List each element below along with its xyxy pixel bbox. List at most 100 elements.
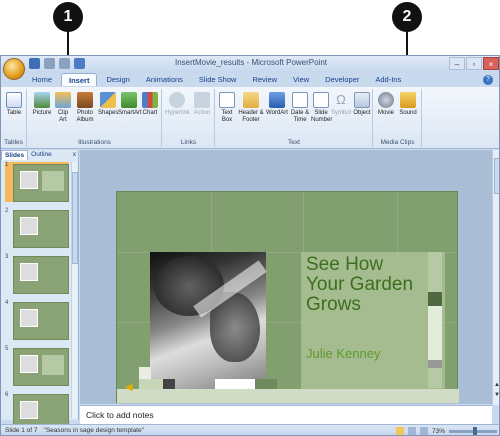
- slide-thumbnail-preview: [13, 164, 69, 202]
- chart-label: Chart: [142, 110, 158, 116]
- thumbnail-picture: [20, 263, 38, 281]
- slide-subtitle[interactable]: Julie Kenney: [306, 346, 380, 361]
- stripe-segment: [428, 292, 442, 306]
- slide-thumbnail-5[interactable]: 5: [5, 346, 69, 386]
- chart-button[interactable]: Chart: [141, 92, 159, 117]
- shapes-icon: [100, 92, 116, 108]
- picture-button[interactable]: Picture: [32, 92, 52, 117]
- slide-thumbnail-3[interactable]: 3: [5, 254, 69, 294]
- tab-animations[interactable]: Animations: [139, 73, 190, 86]
- slide-scrollbar[interactable]: ▲ ▼: [492, 150, 499, 405]
- office-button[interactable]: [3, 58, 25, 80]
- slide-thumbnail-1[interactable]: 1: [5, 162, 69, 202]
- tab-view[interactable]: View: [286, 73, 316, 86]
- hyperlink-icon: [169, 92, 185, 108]
- movie-button[interactable]: Movie: [376, 92, 396, 117]
- callout-1-label: 1: [63, 8, 73, 25]
- picture-icon: [34, 92, 50, 108]
- tab-design[interactable]: Design: [99, 73, 136, 86]
- slide-thumbnail-2[interactable]: 2: [5, 208, 69, 248]
- ribbon-tabs: Home Insert Design Animations Slide Show…: [25, 73, 408, 87]
- symbol-label: Symbol: [331, 110, 352, 116]
- slide-number-button[interactable]: Slide Number: [311, 92, 332, 124]
- zoom-slider[interactable]: [449, 426, 497, 435]
- tab-insert[interactable]: Insert: [61, 73, 98, 86]
- minimize-button[interactable]: –: [449, 57, 465, 70]
- tab-slides[interactable]: Slides: [1, 150, 29, 160]
- header-footer-icon: [243, 92, 259, 108]
- smartart-button[interactable]: SmartArt: [118, 92, 142, 117]
- photo-album-icon: [77, 92, 93, 108]
- window-controls: – ▫ ×: [449, 57, 499, 70]
- notes-pane[interactable]: Click to add notes: [80, 405, 492, 425]
- notes-placeholder[interactable]: Click to add notes: [86, 410, 154, 420]
- slide-thumbnail-preview: [13, 348, 69, 386]
- tab-home[interactable]: Home: [25, 73, 59, 86]
- slide-show-icon[interactable]: [419, 427, 428, 435]
- movie-label: Movie: [377, 110, 394, 116]
- thumbnail-text: [42, 355, 64, 375]
- maximize-button[interactable]: ▫: [466, 57, 482, 70]
- stripe-segment: [428, 360, 442, 368]
- next-slide-icon[interactable]: ▼: [493, 392, 499, 398]
- normal-view-icon[interactable]: [395, 427, 404, 435]
- slide-editing-area: See How Your Garden Grows Julie Kenney ◀: [80, 150, 492, 404]
- zoom-level[interactable]: 73%: [432, 428, 445, 435]
- hyperlink-button[interactable]: Hyperlink: [165, 92, 190, 117]
- clipart-icon: [55, 92, 71, 108]
- sound-button[interactable]: Sound: [398, 92, 418, 117]
- object-button[interactable]: Object: [352, 92, 372, 117]
- photo-album-button[interactable]: Photo Album: [74, 92, 96, 124]
- thumbnail-picture: [20, 309, 38, 327]
- date-time-button[interactable]: Date & Time: [290, 92, 310, 124]
- slide-thumbnail-4[interactable]: 4: [5, 300, 69, 340]
- window-title: InsertMovie_results - Microsoft PowerPoi…: [174, 58, 328, 67]
- slide-scroll-thumb[interactable]: [494, 158, 499, 194]
- slides-pane-scrollbar[interactable]: [71, 162, 78, 418]
- clip-art-label: Clip Art: [57, 110, 69, 123]
- action-icon: [194, 92, 210, 108]
- stripe-segment: [428, 306, 442, 360]
- date-time-icon: [292, 92, 308, 108]
- text-box-button[interactable]: Text Box: [218, 92, 236, 124]
- wordart-label: WordArt: [266, 110, 288, 116]
- pane-close-icon[interactable]: x: [70, 150, 79, 160]
- photo-album-label: Photo Album: [76, 110, 94, 123]
- wordart-icon: [269, 92, 285, 108]
- previous-slide-icon[interactable]: ▲: [493, 382, 499, 388]
- tab-add-ins[interactable]: Add-Ins: [368, 73, 408, 86]
- slide-thumbnail-number: 6: [5, 392, 9, 398]
- tab-review[interactable]: Review: [245, 73, 284, 86]
- close-button[interactable]: ×: [483, 57, 499, 70]
- group-links-label: Links: [180, 139, 197, 146]
- tab-outline[interactable]: Outline: [28, 150, 55, 160]
- tab-slide-show[interactable]: Slide Show: [192, 73, 244, 86]
- status-left: Slide 1 of 7 "Seasons in sage design tem…: [5, 427, 144, 434]
- stripe-segment: [428, 368, 442, 388]
- help-icon[interactable]: ?: [483, 75, 493, 85]
- sound-clip-icon[interactable]: ◀: [125, 382, 133, 393]
- tab-developer[interactable]: Developer: [318, 73, 366, 86]
- wordart-button[interactable]: WordArt: [265, 92, 289, 117]
- decorative-square: [139, 367, 151, 379]
- table-icon: [6, 92, 22, 108]
- clip-art-button[interactable]: Clip Art: [54, 92, 72, 124]
- title-placeholder[interactable]: See How Your Garden Grows Julie Kenney: [301, 252, 445, 390]
- slides-pane-scroll-thumb[interactable]: [72, 172, 78, 264]
- theme-name: "Seasons in sage design template": [43, 427, 144, 434]
- shapes-button[interactable]: Shapes: [98, 92, 118, 117]
- callout-2: 2: [392, 2, 422, 32]
- smartart-label: SmartArt: [118, 110, 142, 116]
- sound-icon: [400, 92, 416, 108]
- zoom-slider-knob[interactable]: [473, 426, 477, 435]
- title-bar: InsertMovie_results - Microsoft PowerPoi…: [1, 56, 499, 73]
- symbol-button[interactable]: Ω Symbol: [331, 92, 351, 117]
- slide-sorter-icon[interactable]: [407, 427, 416, 435]
- slide-title[interactable]: See How Your Garden Grows: [306, 255, 426, 315]
- slide-canvas[interactable]: See How Your Garden Grows Julie Kenney ◀: [116, 191, 459, 403]
- table-button[interactable]: Table: [3, 92, 25, 117]
- header-footer-button[interactable]: Header & Footer: [238, 92, 264, 124]
- stripe-segment: [428, 252, 442, 292]
- action-button[interactable]: Action: [191, 92, 213, 117]
- slide-photo-leaves[interactable]: [150, 252, 267, 392]
